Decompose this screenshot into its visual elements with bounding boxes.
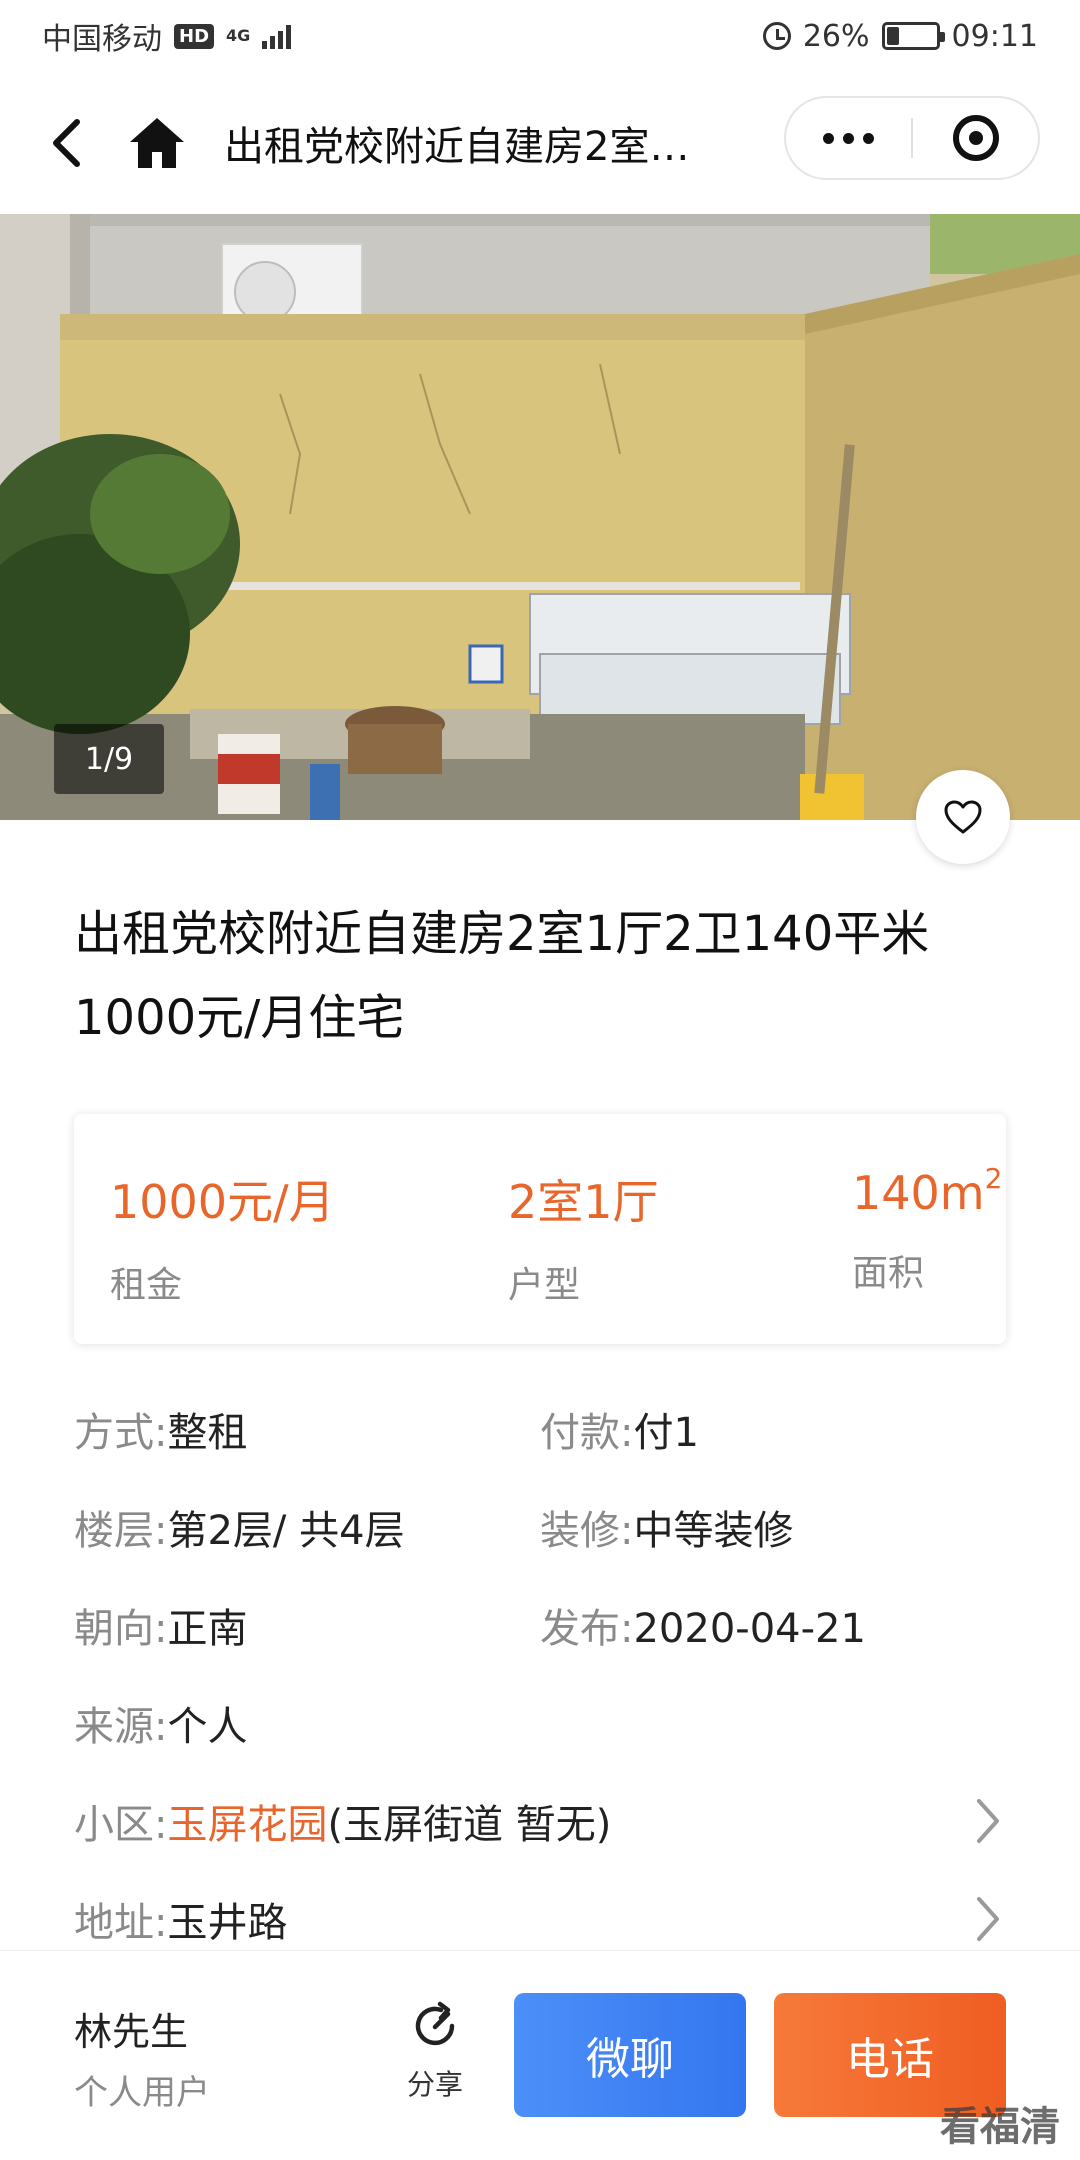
- detail-decoration: 装修:中等装修: [540, 1498, 793, 1556]
- detail-payment: 付款:付1: [540, 1400, 699, 1458]
- listing-title: 出租党校附近自建房2室1厅2卫140平米1000元/月住宅: [74, 906, 930, 1046]
- detail-address[interactable]: 地址:玉井路: [74, 1890, 287, 1948]
- detail-key: 装修:: [540, 1508, 634, 1554]
- listing-photo[interactable]: 1/9: [0, 214, 1080, 820]
- clock: 09:11: [951, 18, 1038, 54]
- detail-key: 方式:: [74, 1410, 168, 1456]
- more-dot: [843, 132, 854, 144]
- area-label: 面积: [852, 1253, 925, 1294]
- chat-button[interactable]: 微聊: [514, 1993, 746, 2117]
- network-type: 4G: [226, 26, 251, 45]
- area-value: 140m2: [852, 1162, 1002, 1220]
- bottom-action-bar: 林先生 个人用户 分享 微聊 电话 看福清: [0, 1950, 1080, 2160]
- layout-value: 2室1厅: [508, 1175, 659, 1229]
- nav-title: 出租党校附近自建房2室…: [224, 124, 690, 170]
- detail-key: 朝向:: [74, 1606, 168, 1652]
- share-label: 分享: [406, 2068, 463, 2101]
- carrier-name: 中国移动: [42, 22, 162, 57]
- detail-floor: 楼层:第2层/ 共4层: [74, 1498, 405, 1556]
- status-right: 26% 09:11: [762, 18, 1038, 54]
- rent-stat: 1000元/月 租金: [110, 1166, 335, 1308]
- detail-key: 付款:: [540, 1410, 634, 1456]
- home-button[interactable]: [126, 112, 188, 174]
- community-link[interactable]: 玉屏花园: [167, 1802, 327, 1848]
- share-button[interactable]: 分享: [400, 1999, 470, 2103]
- layout-label: 户型: [508, 1265, 581, 1306]
- detail-value: 玉井路: [167, 1900, 288, 1946]
- detail-method: 方式:整租: [74, 1400, 247, 1458]
- status-bar: 中国移动 HD 4G 26% 09:11: [0, 0, 1080, 72]
- detail-published: 发布:2020-04-21: [540, 1596, 866, 1654]
- home-icon: [130, 118, 184, 168]
- area-stat: 140m2 面积: [852, 1162, 1002, 1296]
- share-icon: [415, 2001, 455, 2046]
- detail-value: 个人: [167, 1704, 248, 1750]
- detail-key: 小区:: [74, 1802, 168, 1848]
- contact-name: 林先生: [74, 2010, 189, 2054]
- detail-key: 楼层:: [74, 1508, 168, 1554]
- detail-key: 发布:: [540, 1606, 634, 1652]
- detail-orientation: 朝向:正南: [74, 1596, 247, 1654]
- battery-icon: [881, 22, 945, 50]
- signal-icon: [262, 23, 292, 49]
- detail-value: 付1: [633, 1410, 699, 1456]
- detail-value: 整租: [167, 1410, 248, 1456]
- area-superscript: 2: [984, 1162, 1003, 1195]
- hd-badge: HD: [174, 23, 215, 49]
- area-number: 140m: [852, 1166, 985, 1220]
- chevron-right-icon[interactable]: [974, 1796, 1002, 1846]
- battery-fill: [886, 27, 899, 45]
- detail-community[interactable]: 小区:玉屏花园(玉屏街道 暂无): [74, 1792, 611, 1850]
- close-miniapp-button[interactable]: [913, 98, 1038, 178]
- detail-source: 来源:个人: [74, 1694, 247, 1752]
- more-dot: [863, 132, 874, 144]
- heart-icon: [944, 800, 982, 834]
- back-button[interactable]: [46, 113, 86, 173]
- more-dot: [823, 132, 834, 144]
- community-extra: (玉屏街道 暂无): [327, 1802, 612, 1848]
- rent-value: 1000元/月: [110, 1175, 335, 1229]
- summary-card: 1000元/月 租金 2室1厅 户型 140m2 面积: [74, 1114, 1006, 1344]
- more-button[interactable]: [786, 98, 911, 178]
- battery-percent: 26%: [802, 18, 870, 54]
- status-left: 中国移动 HD 4G: [42, 14, 292, 58]
- detail-key: 来源:: [74, 1704, 168, 1750]
- favorite-button[interactable]: [916, 770, 1010, 864]
- target-icon: [952, 115, 999, 161]
- detail-value: 2020-04-21: [633, 1606, 866, 1652]
- detail-value: 第2层/ 共4层: [167, 1508, 405, 1554]
- detail-value: 正南: [167, 1606, 248, 1652]
- miniapp-capsule: [784, 96, 1040, 180]
- image-counter: 1/9: [54, 724, 164, 794]
- rent-label: 租金: [110, 1265, 183, 1306]
- nav-bar: 出租党校附近自建房2室…: [0, 72, 1080, 214]
- contact-type: 个人用户: [74, 2073, 210, 2113]
- alarm-icon: [762, 22, 791, 50]
- back-arrow-icon: [53, 119, 80, 167]
- detail-key: 地址:: [74, 1900, 168, 1946]
- layout-stat: 2室1厅 户型: [508, 1166, 659, 1308]
- chevron-right-icon[interactable]: [974, 1894, 1002, 1944]
- watermark: 看福清: [940, 2104, 1060, 2150]
- detail-value: 中等装修: [633, 1508, 794, 1554]
